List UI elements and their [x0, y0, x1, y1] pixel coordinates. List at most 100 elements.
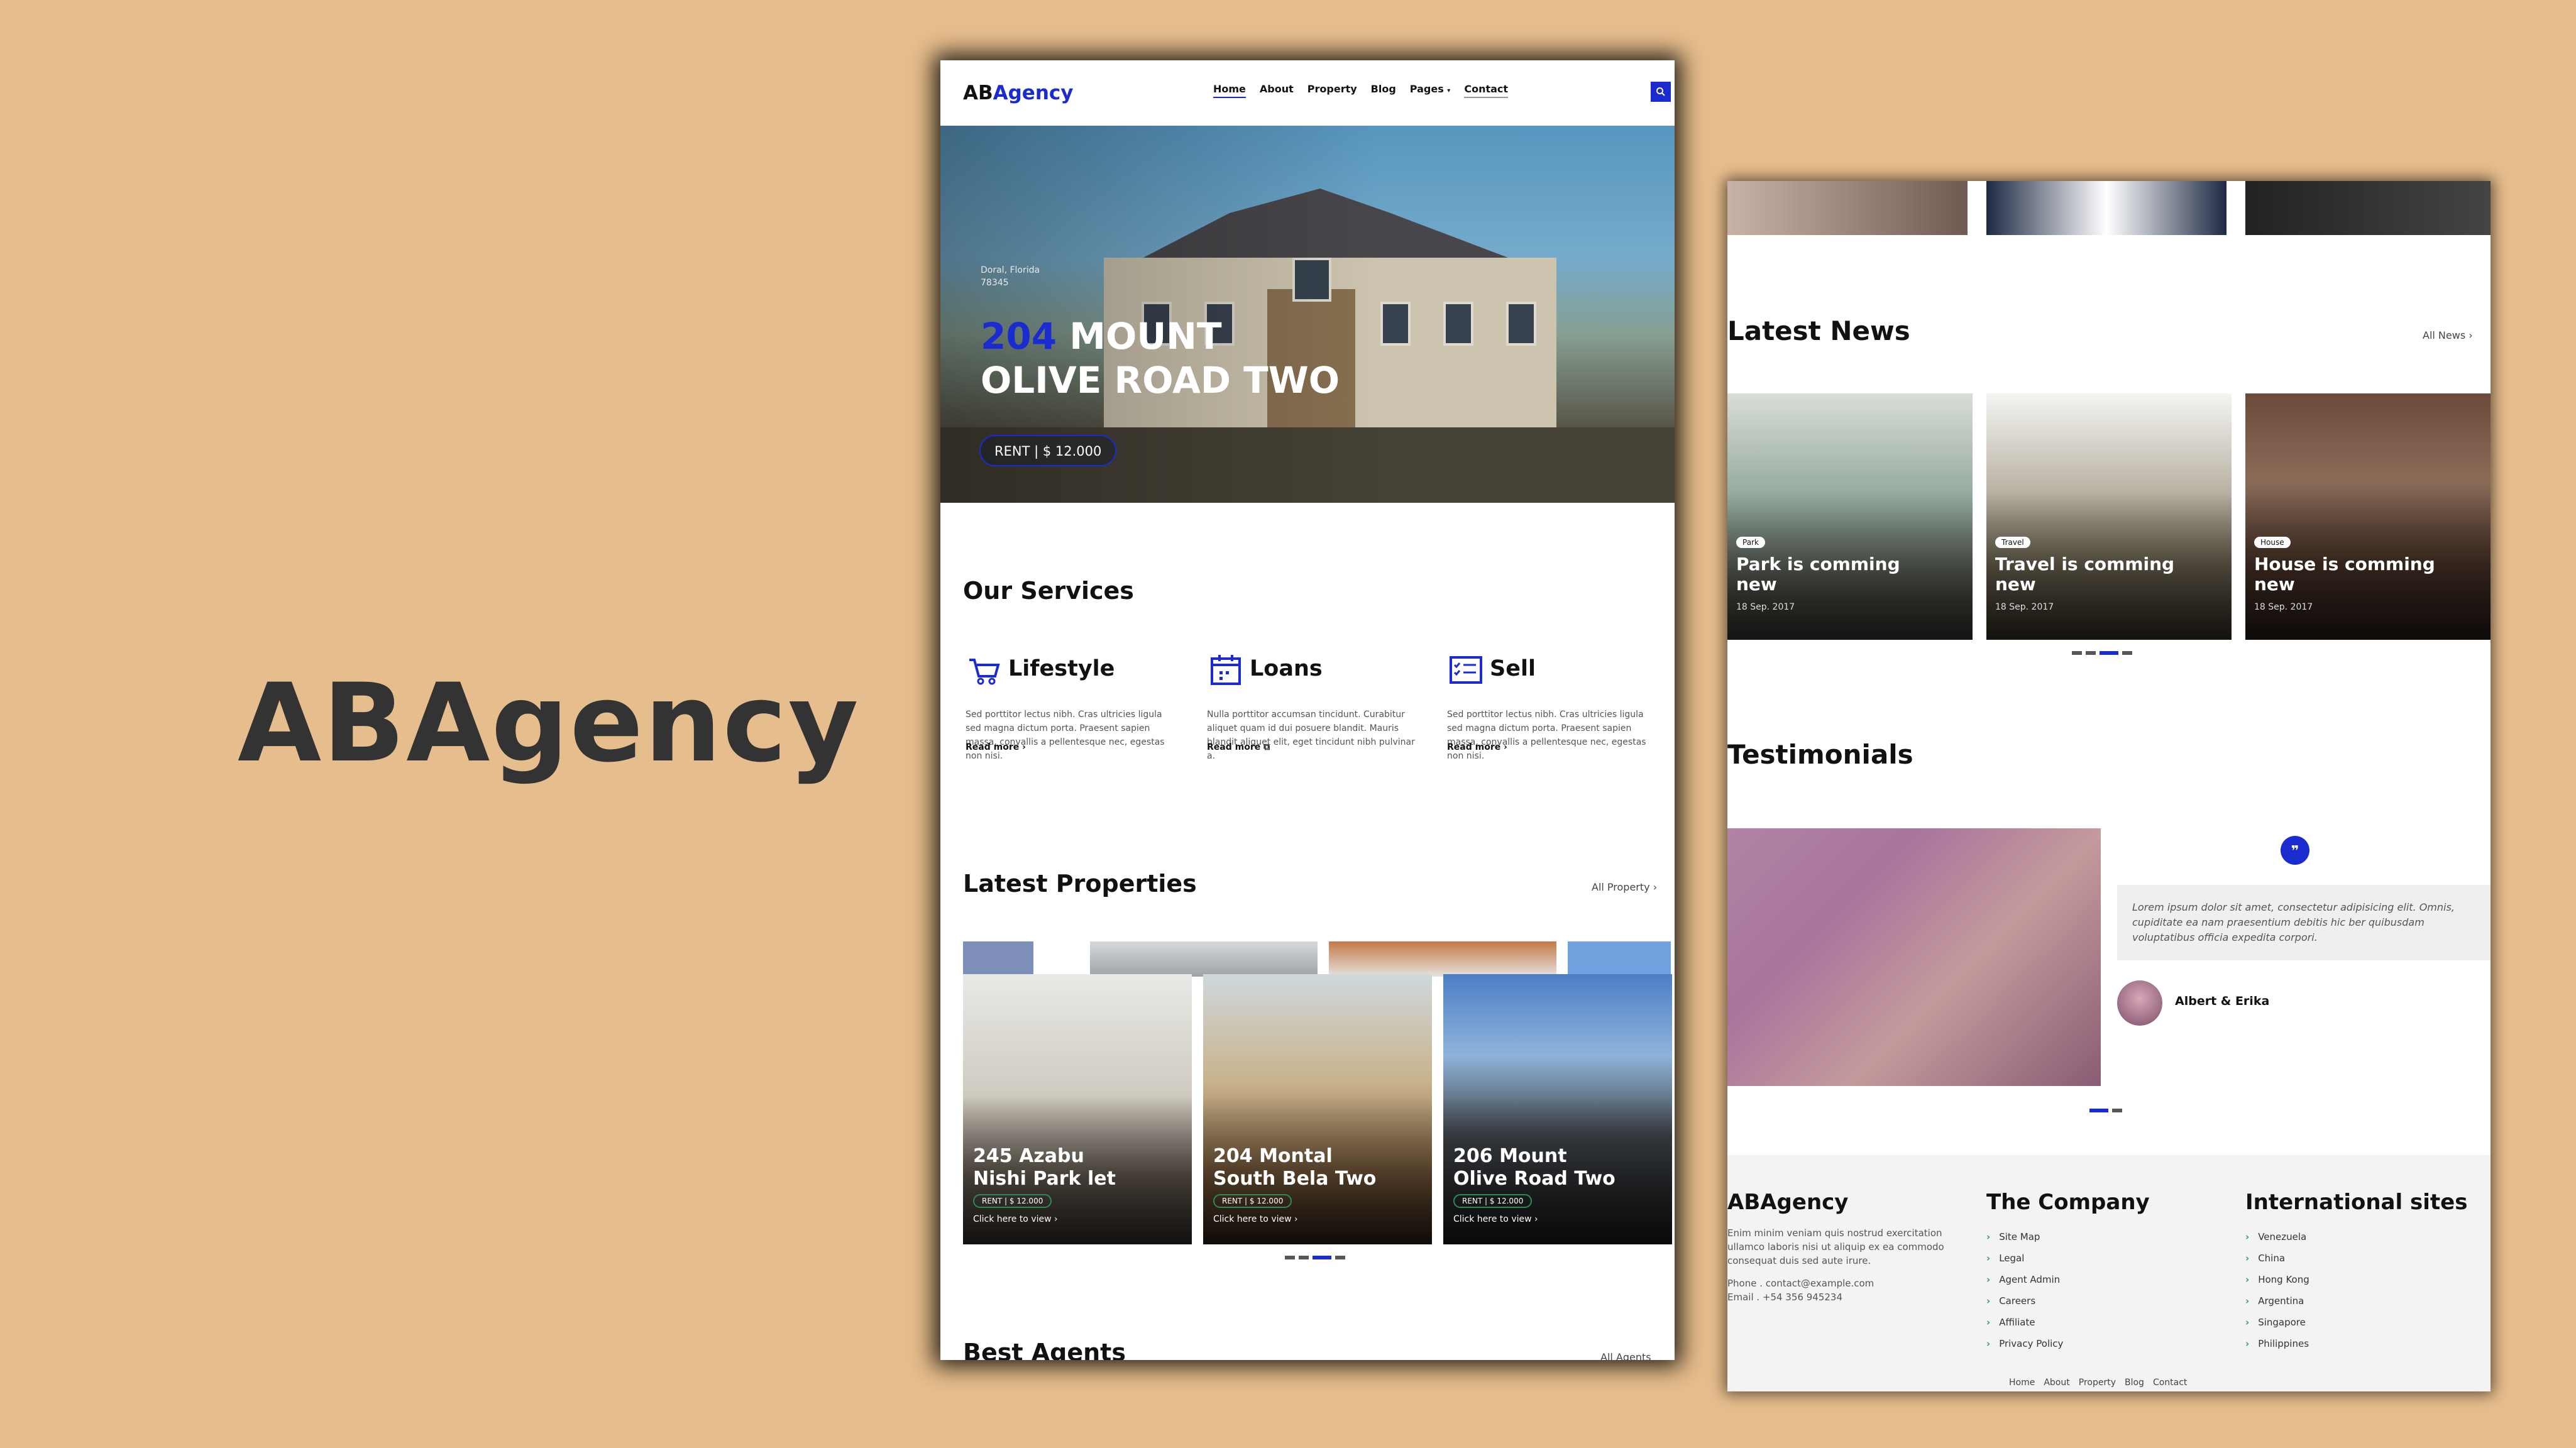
services-heading: Our Services: [963, 577, 1134, 605]
hero-slider: Doral, Florida 78345 204 MOUNT OLIVE ROA…: [940, 126, 1675, 503]
footer-link[interactable]: Singapore: [2245, 1312, 2467, 1333]
footer-link[interactable]: Philippines: [2245, 1333, 2467, 1354]
footer-email[interactable]: +54 356 945234: [1763, 1292, 1842, 1303]
read-more-link[interactable]: Read more ›: [1447, 742, 1507, 752]
site-logo[interactable]: ABAgency: [963, 82, 1074, 104]
footer-international: International sites Venezuela China Hong…: [2245, 1190, 2467, 1354]
main-menu: Home About Property Blog Pages ▾ Contact: [1213, 83, 1509, 98]
news-tag: Park: [1736, 537, 1765, 548]
footer-link[interactable]: Agent Admin: [1986, 1269, 2150, 1290]
all-news-link[interactable]: All News ›: [2423, 329, 2473, 341]
footer-nav-link[interactable]: About: [2044, 1378, 2069, 1388]
slide-dot[interactable]: [2112, 1109, 2122, 1112]
property-view-link[interactable]: Click here to view ›: [973, 1214, 1058, 1224]
property-title: 206 Mount Olive Road Two: [1453, 1145, 1616, 1190]
property-card[interactable]: 204 Montal South Bela Two RENT | $ 12.000…: [1203, 974, 1432, 1244]
footer-phone[interactable]: contact@example.com: [1766, 1278, 1874, 1289]
slide-dot[interactable]: [2089, 1109, 2108, 1112]
chevron-right-icon: ›: [1054, 1214, 1058, 1224]
property-thumb-strip: [1568, 941, 1671, 977]
news-tag: Travel: [1995, 537, 2030, 548]
checklist-icon: [1450, 656, 1482, 684]
service-sell: Sell Sed porttitor lectus nibh. Cras ult…: [1447, 651, 1661, 761]
footer-link[interactable]: Affiliate: [1986, 1312, 2150, 1333]
chevron-right-icon: ›: [1504, 742, 1507, 752]
slide-dot[interactable]: [1313, 1256, 1331, 1259]
footer-link[interactable]: Hong Kong: [2245, 1269, 2467, 1290]
footer-link[interactable]: Argentina: [2245, 1290, 2467, 1312]
nav-blog[interactable]: Blog: [1371, 83, 1396, 98]
footer-company: The Company Site Map Legal Agent Admin C…: [1986, 1190, 2150, 1354]
nav-property[interactable]: Property: [1307, 83, 1357, 98]
slide-dot[interactable]: [2086, 651, 2096, 655]
search-button[interactable]: [1651, 82, 1671, 102]
properties-pagination: [1285, 1256, 1345, 1259]
news-card[interactable]: House House is comming new 18 Sep. 2017: [2245, 393, 2491, 640]
footer-nav: Home About Property Blog Contact: [2009, 1378, 2187, 1388]
property-price: RENT | $ 12.000: [973, 1194, 1052, 1208]
property-price: RENT | $ 12.000: [1453, 1194, 1533, 1208]
news-card[interactable]: Travel Travel is comming new 18 Sep. 2017: [1986, 393, 2232, 640]
agent-photo-strip: [1727, 181, 1968, 235]
news-tag: House: [2254, 537, 2291, 548]
footer-link[interactable]: Privacy Policy: [1986, 1333, 2150, 1354]
testimonial-author: Albert & Erika: [2175, 994, 2270, 1008]
slide-dot[interactable]: [1335, 1256, 1345, 1259]
news-pagination: [2072, 651, 2132, 655]
read-more-link[interactable]: Read more ›: [966, 742, 1026, 752]
property-title: 245 Azabu Nishi Park let: [973, 1145, 1116, 1190]
calendar-icon: [1211, 655, 1241, 685]
news-title: Travel is comming new: [1995, 554, 2175, 595]
external-link-icon: ⧉: [1263, 742, 1270, 752]
chevron-right-icon: ›: [1653, 881, 1658, 893]
avatar: [2117, 980, 2162, 1026]
nav-pages[interactable]: Pages ▾: [1410, 83, 1451, 98]
property-card[interactable]: 206 Mount Olive Road Two RENT | $ 12.000 …: [1443, 974, 1672, 1244]
hero-address: Doral, Florida 78345: [981, 265, 1040, 288]
footer-link[interactable]: Careers: [1986, 1290, 2150, 1312]
all-agents-link[interactable]: All Agents: [1600, 1351, 1651, 1360]
footer-nav-link[interactable]: Contact: [2153, 1378, 2187, 1388]
news-card[interactable]: Park Park is comming new 18 Sep. 2017: [1727, 393, 1973, 640]
slide-dot[interactable]: [2072, 651, 2082, 655]
quote-icon: ❞: [2281, 836, 2309, 865]
property-thumb-strip: [963, 941, 1033, 977]
footer-link[interactable]: China: [2245, 1248, 2467, 1269]
navbar: ABAgency Home About Property Blog Pages …: [940, 60, 1675, 126]
footer-nav-link[interactable]: Property: [2079, 1378, 2116, 1388]
footer-link[interactable]: Legal: [1986, 1248, 2150, 1269]
footer-nav-link[interactable]: Blog: [2125, 1378, 2144, 1388]
footer-link[interactable]: Venezuela: [2245, 1226, 2467, 1248]
slide-dot[interactable]: [1299, 1256, 1309, 1259]
search-icon: [1656, 87, 1665, 96]
testimonial-quote: Lorem ipsum dolor sit amet, consectetur …: [2117, 885, 2491, 960]
service-lifestyle: Lifestyle Sed porttitor lectus nibh. Cra…: [966, 651, 1179, 761]
slide-dot[interactable]: [2122, 651, 2132, 655]
caret-down-icon: ▾: [1447, 87, 1451, 94]
property-view-link[interactable]: Click here to view ›: [1213, 1214, 1298, 1224]
agents-heading: Best Agents: [963, 1339, 1126, 1360]
agent-photo-strip: [2245, 181, 2491, 235]
property-view-link[interactable]: Click here to view ›: [1453, 1214, 1538, 1224]
chevron-right-icon: ›: [1294, 1214, 1298, 1224]
nav-home[interactable]: Home: [1213, 83, 1246, 98]
property-title: 204 Montal South Bela Two: [1213, 1145, 1377, 1190]
news-date: 18 Sep. 2017: [2254, 602, 2313, 612]
all-property-link[interactable]: All Property ›: [1592, 881, 1657, 893]
slide-dot[interactable]: [2100, 651, 2118, 655]
hero-title: 204 MOUNT OLIVE ROAD TWO: [981, 315, 1340, 402]
property-card[interactable]: 245 Azabu Nishi Park let RENT | $ 12.000 …: [963, 974, 1192, 1244]
footer-about: ABAgency Enim minim veniam quis nostrud …: [1727, 1190, 1944, 1303]
nav-contact[interactable]: Contact: [1464, 83, 1509, 98]
nav-about[interactable]: About: [1260, 83, 1294, 98]
homepage-mockup: ABAgency Home About Property Blog Pages …: [940, 60, 1675, 1360]
footer-nav-link[interactable]: Home: [2009, 1378, 2035, 1388]
hero-price-button[interactable]: RENT | $ 12.000: [979, 435, 1117, 466]
footer-link[interactable]: Site Map: [1986, 1226, 2150, 1248]
news-heading: Latest News: [1727, 315, 1910, 346]
slide-dot[interactable]: [1285, 1256, 1295, 1259]
read-more-link[interactable]: Read more ⧉: [1207, 742, 1270, 752]
inner-page-mockup: Latest News All News › Park Park is comm…: [1727, 181, 2491, 1391]
property-thumb-strip: [1090, 941, 1318, 977]
brand-title: ABAgency: [238, 660, 860, 786]
